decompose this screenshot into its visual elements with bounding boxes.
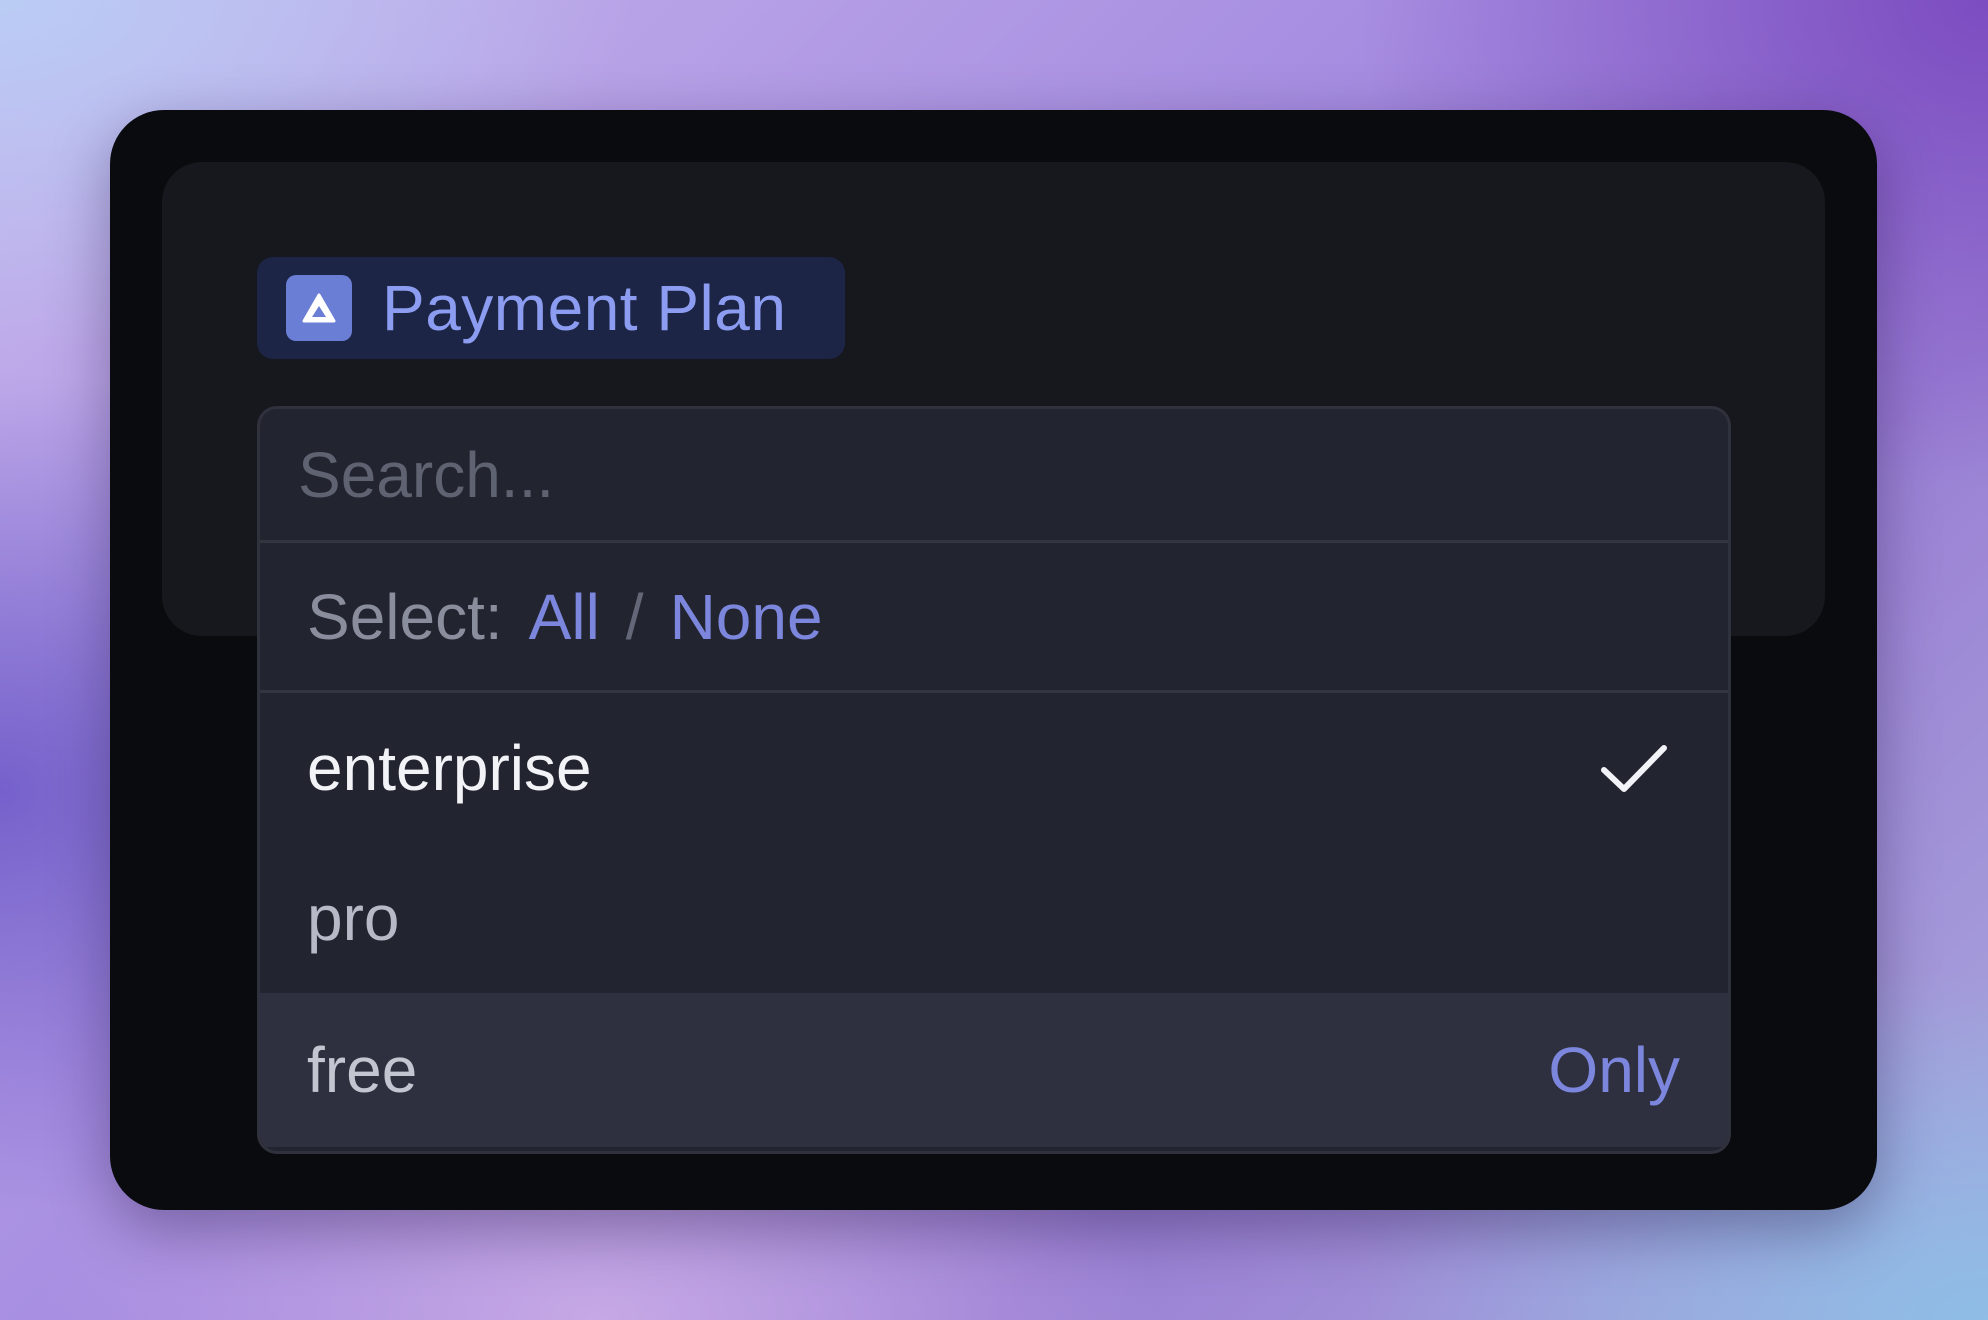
select-label: Select: — [307, 580, 503, 653]
option-label: free — [307, 1034, 418, 1106]
checkmark-icon — [1601, 745, 1667, 792]
select-all-link[interactable]: All — [529, 580, 600, 654]
filter-chip-label: Payment Plan — [382, 272, 787, 344]
option-enterprise[interactable]: enterprise — [260, 693, 1728, 843]
option-label: enterprise — [307, 732, 592, 804]
search-row — [260, 409, 1728, 543]
filter-dropdown: Select: All / None enterprise pro free O… — [257, 406, 1731, 1154]
payment-plan-filter-chip[interactable]: Payment Plan — [257, 257, 845, 359]
select-none-link[interactable]: None — [670, 580, 823, 654]
option-free[interactable]: free Only — [260, 993, 1728, 1147]
triangle-icon — [286, 275, 352, 341]
select-separator: / — [625, 580, 644, 653]
select-all-none-row: Select: All / None — [260, 543, 1728, 693]
search-input[interactable] — [296, 436, 1728, 513]
option-label: pro — [307, 882, 400, 954]
only-button[interactable]: Only — [1548, 1033, 1680, 1107]
option-pro[interactable]: pro — [260, 843, 1728, 993]
